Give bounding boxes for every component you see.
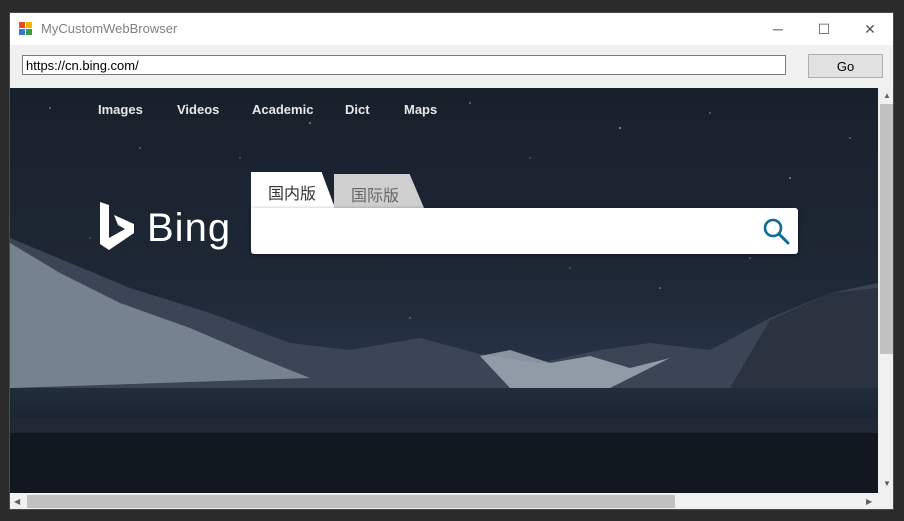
vertical-scrollbar[interactable]: ▲ ▼	[878, 88, 893, 493]
browser-window: MyCustomWebBrowser ─ ☐ ✕ https://cn.bing…	[9, 12, 894, 510]
nav-images[interactable]: Images	[98, 102, 143, 117]
close-button[interactable]: ✕	[847, 13, 893, 45]
bing-logo-icon	[100, 202, 134, 250]
app-icon	[19, 22, 32, 35]
tab-domestic-label: 国内版	[268, 186, 317, 203]
minimize-button[interactable]: ─	[755, 13, 801, 45]
nav-videos[interactable]: Videos	[177, 102, 219, 117]
scroll-up-icon[interactable]: ▲	[883, 91, 891, 100]
scroll-down-icon[interactable]: ▼	[883, 479, 891, 488]
scroll-right-icon[interactable]: ▶	[866, 497, 872, 506]
tab-international-label: 国际版	[351, 188, 400, 205]
search-icon[interactable]	[762, 217, 790, 245]
scrollbar-corner	[878, 493, 893, 509]
nav-academic[interactable]: Academic	[252, 102, 313, 117]
horizontal-scroll-thumb[interactable]	[27, 495, 675, 508]
window-title: MyCustomWebBrowser	[41, 21, 178, 36]
mountain-landscape	[10, 102, 878, 493]
url-input[interactable]: https://cn.bing.com/	[22, 55, 786, 75]
address-toolbar: https://cn.bing.com/ Go	[10, 45, 893, 87]
go-button[interactable]: Go	[808, 54, 883, 78]
maximize-button[interactable]: ☐	[801, 13, 847, 45]
scroll-left-icon[interactable]: ◀	[14, 497, 20, 506]
vertical-scroll-thumb[interactable]	[880, 104, 893, 354]
title-bar: MyCustomWebBrowser ─ ☐ ✕	[10, 13, 893, 45]
nav-dict[interactable]: Dict	[345, 102, 370, 117]
horizontal-scrollbar[interactable]: ◀ ▶	[10, 493, 878, 509]
nav-maps[interactable]: Maps	[404, 102, 437, 117]
search-input[interactable]	[251, 208, 798, 254]
web-view[interactable]: Images Videos Academic Dict Maps Bing 国内…	[10, 88, 878, 493]
tab-international[interactable]: 国际版	[334, 174, 424, 208]
bing-logo-text: Bing	[147, 206, 232, 250]
tab-domestic[interactable]: 国内版	[251, 172, 335, 208]
